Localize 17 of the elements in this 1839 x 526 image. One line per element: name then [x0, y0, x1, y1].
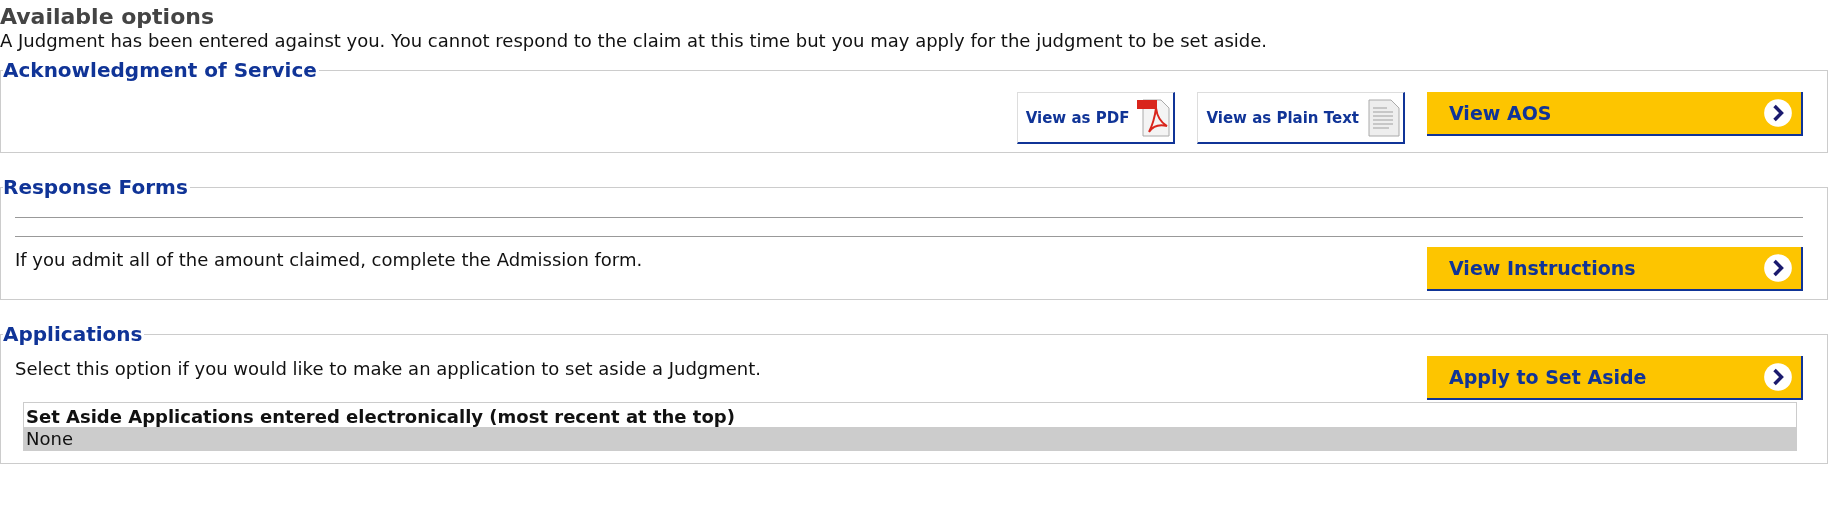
section-title: Response Forms	[3, 175, 189, 199]
section-text: If you admit all of the amount claimed, complete the Admission form.	[15, 248, 643, 270]
section-text: Select this option if you would like to make an application to set aside a Judgment.	[15, 357, 762, 379]
section-title: Applications	[3, 322, 144, 346]
action-button[interactable]: View Instructions	[1427, 247, 1803, 291]
page-title: Available options	[0, 4, 216, 30]
intro-text: A Judgment has been entered against you. You cannot respond to the claim at this time but you may apply for the judgment to be set aside.	[0, 30, 1269, 52]
table-heading: Set Aside Applications entered electronically (most recent at the top)	[25, 405, 736, 427]
section-title: Acknowledgment of Service	[3, 58, 318, 82]
chevron-right-icon	[1763, 253, 1793, 283]
view-pdf-button[interactable]: View as PDF	[1016, 92, 1176, 144]
chevron-right-icon	[1763, 362, 1793, 392]
action-button[interactable]: Apply to Set Aside	[1427, 356, 1803, 400]
table-cell: None	[24, 427, 1796, 450]
view-plain-text-button[interactable]: View as Plain Text	[1197, 92, 1405, 144]
chevron-right-icon	[1763, 98, 1793, 128]
action-button[interactable]: View AOS	[1427, 92, 1803, 136]
